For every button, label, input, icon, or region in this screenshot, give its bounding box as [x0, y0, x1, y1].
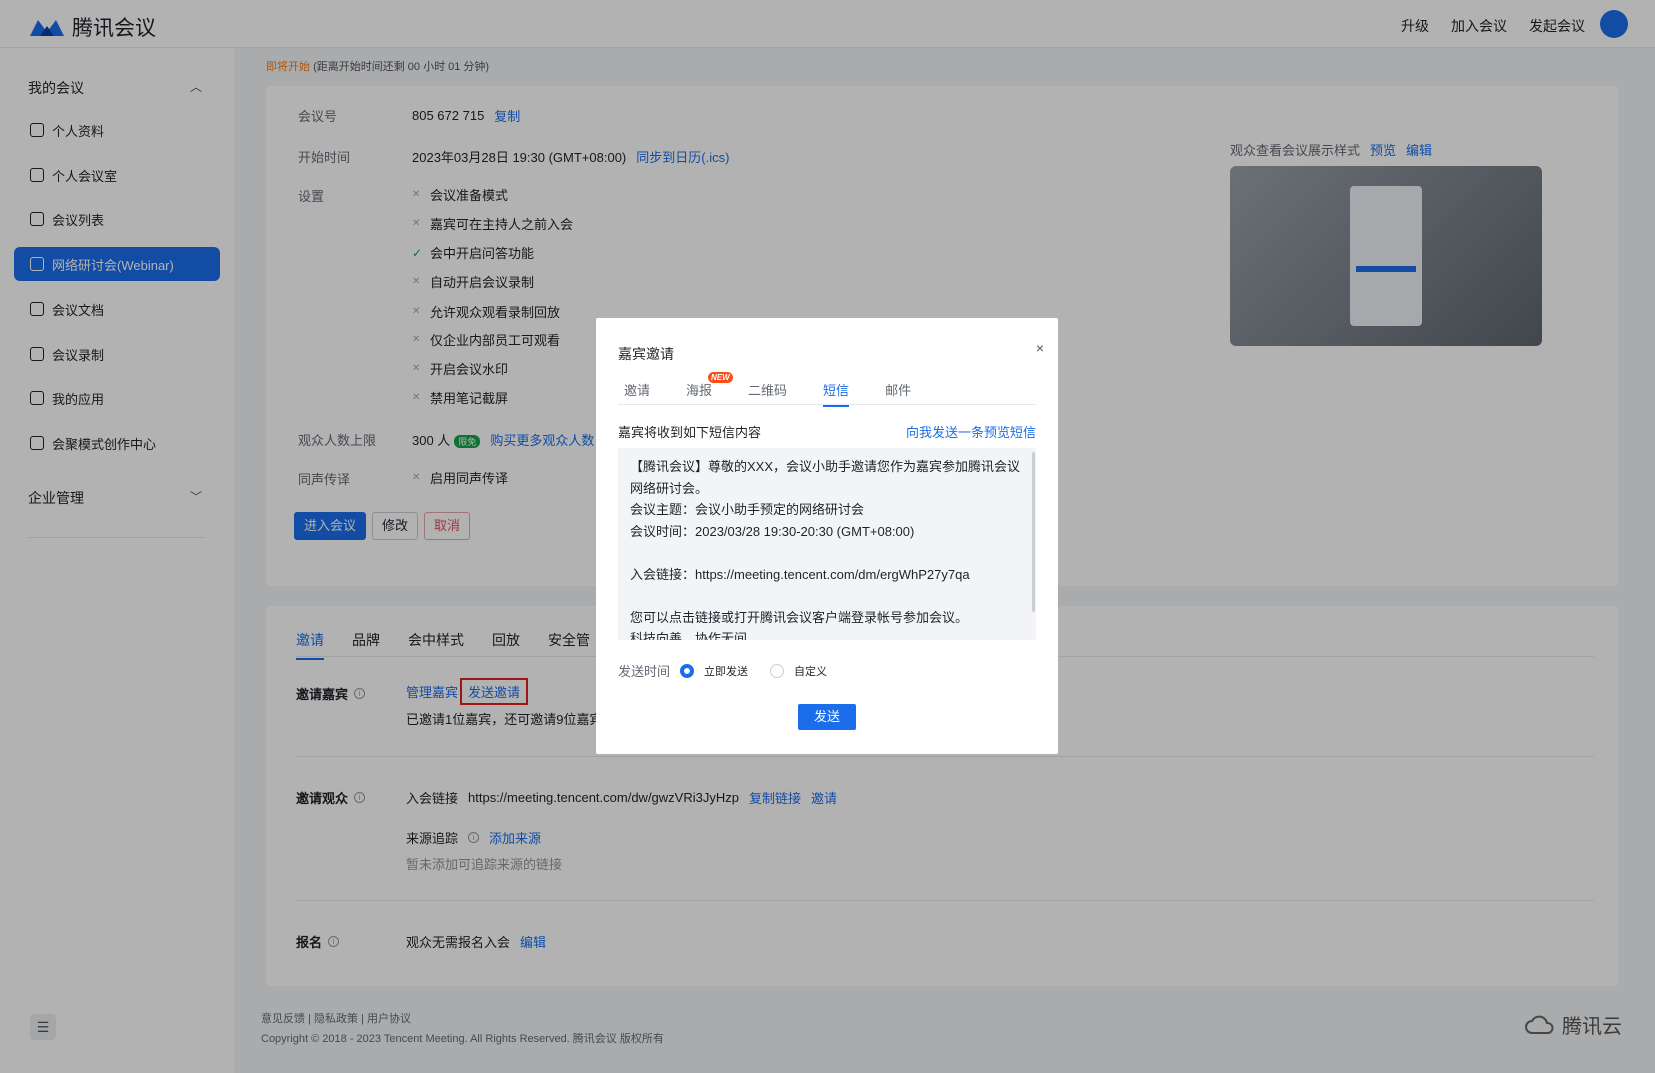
custom-time-radio[interactable] [770, 663, 785, 678]
sms-description: 嘉宾将收到如下短信内容 [618, 425, 762, 440]
close-icon[interactable]: × [1036, 340, 1044, 356]
modal-tabs: 邀请 海报 NEW 二维码 短信 邮件 [624, 372, 911, 407]
sms-content-box[interactable]: 【腾讯会议】尊敬的XXX，会议小助手邀请您作为嘉宾参加腾讯会议网络研讨会。 会议… [618, 448, 1036, 640]
send-time-row: 发送时间 立即发送 自定义 [618, 661, 839, 680]
custom-time-label[interactable]: 自定义 [794, 663, 827, 679]
new-badge: NEW [708, 372, 733, 383]
send-button[interactable]: 发送 [798, 704, 856, 730]
tab-sms[interactable]: 短信 [823, 380, 850, 407]
modal-tabs-divider [618, 404, 1036, 405]
send-now-radio[interactable] [680, 663, 695, 678]
modal-title: 嘉宾邀请 [618, 346, 674, 362]
tab-email[interactable]: 邮件 [885, 380, 911, 407]
tab-poster[interactable]: 海报 NEW [686, 372, 733, 407]
send-preview-sms-link[interactable]: 向我发送一条预览短信 [906, 422, 1036, 441]
tab-invite[interactable]: 邀请 [624, 380, 650, 407]
scrollbar[interactable] [1032, 452, 1035, 612]
send-now-label[interactable]: 立即发送 [704, 663, 748, 679]
guest-invite-modal: 嘉宾邀请 × 邀请 海报 NEW 二维码 短信 邮件 嘉宾将收到如下短信内容 向我… [596, 318, 1058, 754]
send-time-label: 发送时间 [618, 664, 671, 679]
tab-qrcode[interactable]: 二维码 [748, 380, 787, 407]
